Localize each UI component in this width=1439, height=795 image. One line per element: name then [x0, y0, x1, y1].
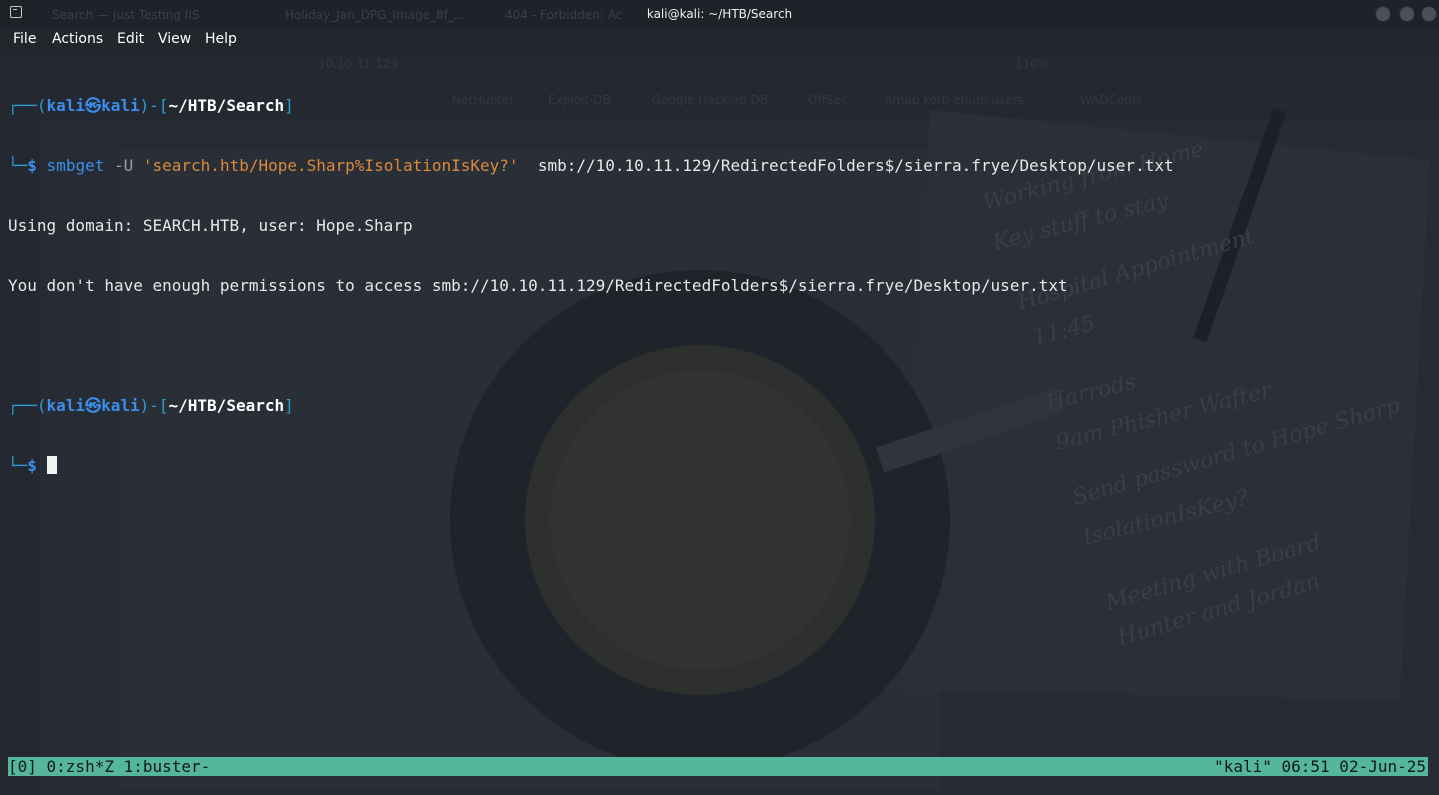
minimize-button[interactable]: [1375, 6, 1391, 22]
prompt-at-symbol: ㉿: [85, 96, 102, 115]
prompt-dollar: $: [27, 156, 37, 175]
output-line: Using domain: SEARCH.HTB, user: Hope.Sha…: [8, 216, 413, 235]
tmux-status-bar: [0] 0:zsh*Z 1:buster- "kali" 06:51 02-Ju…: [8, 757, 1428, 776]
prompt-path: ~/HTB/Search: [168, 396, 285, 415]
prompt-path: ~/HTB/Search: [168, 96, 285, 115]
terminal-window: Working from Home Key stuff to stay Hosp…: [0, 0, 1439, 795]
title-bar: Search — Just Testing IIS Holiday_Jan_DP…: [0, 0, 1439, 28]
menu-file[interactable]: File: [13, 31, 36, 47]
close-button[interactable]: [1421, 6, 1437, 22]
prompt-dollar: $: [27, 456, 37, 475]
command-line-2[interactable]: └─$: [8, 456, 1174, 476]
menu-bar: File Actions Edit View Help: [0, 28, 1439, 52]
menu-help[interactable]: Help: [205, 31, 237, 47]
prompt-user: kali: [46, 96, 86, 115]
wallpaper-note: Meeting with Board: [1102, 530, 1324, 616]
prompt-frame: └─: [8, 156, 28, 175]
prompt-frame: )-[: [139, 396, 169, 415]
maximize-button[interactable]: [1399, 6, 1415, 22]
prompt-line-2: ┌──(kali㉿kali)-[~/HTB/Search]: [8, 396, 1174, 416]
menu-view[interactable]: View: [158, 31, 191, 47]
text-cursor: [46, 456, 57, 474]
menu-edit[interactable]: Edit: [117, 31, 144, 47]
command-flag: -U: [104, 156, 143, 175]
prompt-line-1: ┌──(kali㉿kali)-[~/HTB/Search]: [8, 96, 1174, 116]
prompt-host: kali: [101, 396, 140, 415]
command-credentials: 'search.htb/Hope.Sharp%IsolationIsKey?': [142, 156, 519, 175]
prompt-frame: ]: [284, 96, 294, 115]
prompt-user: kali: [46, 396, 86, 415]
tmux-status-right: "kali" 06:51 02-Jun-25: [1214, 757, 1426, 776]
prompt-frame: )-[: [139, 96, 169, 115]
command-name: smbget: [46, 156, 105, 175]
prompt-frame: ]: [284, 396, 294, 415]
prompt-at-symbol: ㉿: [85, 396, 102, 415]
menu-actions[interactable]: Actions: [52, 31, 103, 47]
prompt-frame: └─: [8, 456, 28, 475]
terminal-output[interactable]: ┌──(kali㉿kali)-[~/HTB/Search] └─$ smbget…: [8, 56, 1174, 516]
tmux-window-list[interactable]: [0] 0:zsh*Z 1:buster-: [8, 757, 210, 776]
prompt-frame: ┌──(: [8, 396, 47, 415]
prompt-host: kali: [101, 96, 140, 115]
wallpaper-note: Hunter and Jordan: [1114, 569, 1323, 651]
command-target: smb://10.10.11.129/RedirectedFolders$/si…: [518, 156, 1174, 175]
command-line-1: └─$ smbget -U 'search.htb/Hope.Sharp%Iso…: [8, 156, 1174, 176]
prompt-frame: ┌──(: [8, 96, 47, 115]
window-title: kali@kali: ~/HTB/Search: [646, 7, 793, 21]
output-line: You don't have enough permissions to acc…: [8, 276, 1068, 295]
